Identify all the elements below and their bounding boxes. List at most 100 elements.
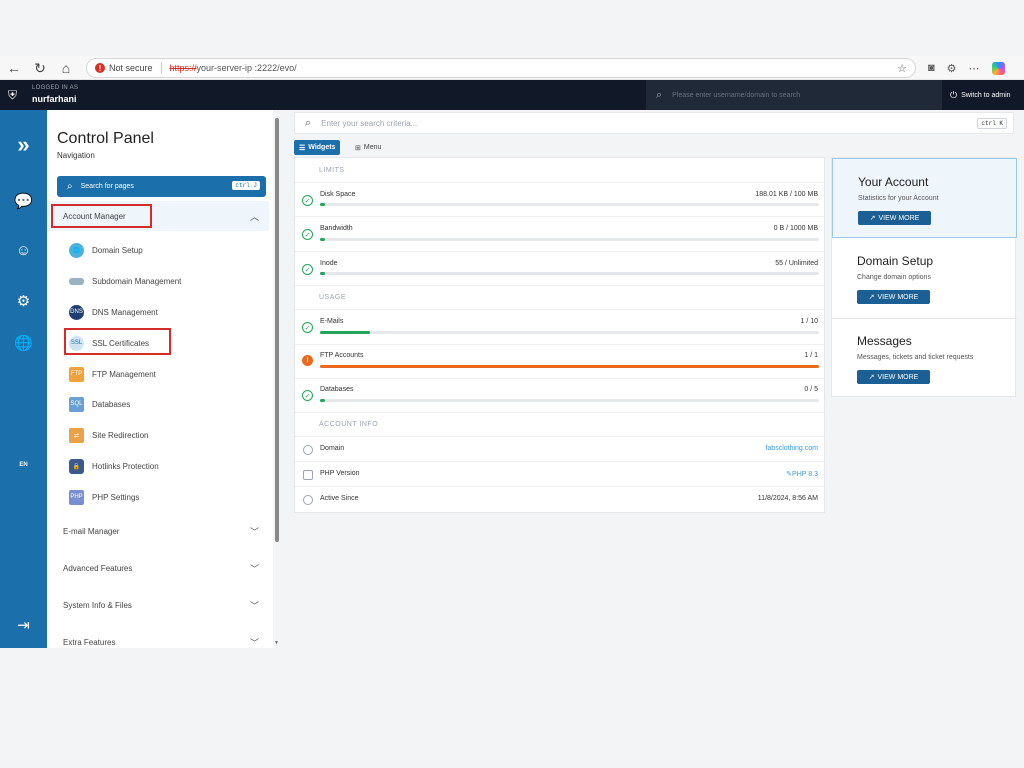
nav-item-subdomain-management[interactable]: Subdomain Management [69, 271, 181, 291]
stat-name: Inode [320, 260, 338, 267]
warning-icon: ! [95, 63, 105, 73]
refresh-icon[interactable]: ↻ [28, 56, 52, 80]
stat-value: 188.01 KB / 100 MB [755, 191, 818, 198]
stat-name: Disk Space [320, 191, 356, 198]
section-system-info-files[interactable]: System Info & Files ﹀ [47, 590, 269, 620]
grid-icon: ⊞ [355, 144, 361, 152]
language-label[interactable]: EN [0, 462, 47, 468]
globe-icon [303, 445, 313, 455]
section-email-manager[interactable]: E-mail Manager ﹀ [47, 516, 269, 546]
stat-name: E-Mails [320, 318, 344, 325]
search-icon: ⌕ [67, 181, 73, 192]
search-pages-label: Search for pages [80, 183, 134, 190]
domain-link[interactable]: fabsclothing.com [765, 445, 818, 452]
widgets-icon: ☰ [299, 144, 306, 152]
shortcut-badge: ctrl K [977, 118, 1007, 129]
php-version-link[interactable]: ✎PHP 8.3 [786, 470, 818, 478]
divider [295, 378, 826, 379]
progress-fill [320, 399, 325, 402]
left-rail: » 💬 ☺ ⚙ 🌐 EN ⇥ [0, 110, 47, 648]
account-info-heading: ACCOUNT INFO [319, 421, 379, 428]
info-name: PHP Version [320, 470, 360, 477]
button-label: VIEW MORE [877, 373, 919, 381]
view-more-button[interactable]: ↗ VIEW MORE [857, 370, 930, 384]
check-icon: ✓ [302, 264, 313, 275]
php-icon: PHP [69, 489, 84, 505]
section-advanced-features[interactable]: Advanced Features ﹀ [47, 553, 269, 583]
globe-icon: 🌐 [69, 242, 84, 258]
extensions-icon[interactable]: ⚙ [947, 62, 957, 75]
divider [295, 461, 826, 462]
card-description: Change domain options [857, 274, 931, 281]
switch-to-admin-button[interactable]: ⏻ Switch to admin [950, 80, 1011, 110]
nav-item-dns-management[interactable]: DNS DNS Management [69, 302, 158, 322]
card-messages: Messages Messages, tickets and ticket re… [832, 318, 1017, 398]
php-version-value: PHP 8.3 [792, 471, 818, 478]
username: nurfarhani [32, 94, 77, 104]
section-extra-features[interactable]: Extra Features ﹀ [47, 627, 269, 648]
chevron-down-icon: ﹀ [249, 600, 259, 611]
user-search-input[interactable]: ⌕ Please enter username/domain to search [646, 80, 942, 110]
dns-icon: DNS [69, 304, 84, 320]
check-icon: ✓ [302, 322, 313, 333]
globe-icon[interactable]: 🌐 [0, 334, 47, 352]
view-more-button[interactable]: ↗ VIEW MORE [858, 211, 931, 225]
check-icon: ✓ [302, 195, 313, 206]
limits-heading: LIMITS [319, 167, 345, 174]
nav-item-ftp-management[interactable]: FTP FTP Management [69, 364, 156, 384]
nav-item-domain-setup[interactable]: 🌐 Domain Setup [69, 240, 143, 260]
check-icon: ✓ [302, 390, 313, 401]
settings-icon[interactable]: ⚙ [0, 292, 47, 310]
card-domain-setup: Domain Setup Change domain options ↗ VIE… [832, 238, 1017, 318]
logo-icon[interactable]: » [0, 132, 47, 158]
nav-item-hotlinks-protection[interactable]: 🔒 Hotlinks Protection [69, 456, 159, 476]
address-bar[interactable]: ! Not secure https:// your-server-ip :22… [86, 58, 916, 78]
tab-widgets[interactable]: ☰ Widgets [294, 140, 341, 155]
search-pages-button[interactable]: ⌕ Search for pages ctrl J [57, 176, 266, 197]
app-header: ⛨ LOGGED IN AS nurfarhani ⌕ Please enter… [0, 80, 1024, 110]
view-more-button[interactable]: ↗ VIEW MORE [857, 290, 930, 304]
tab-menu[interactable]: ⊞ Menu [350, 140, 386, 155]
external-link-icon: ↗ [868, 294, 875, 301]
nav-scrollbar[interactable]: ▼ [273, 110, 282, 648]
user-icon[interactable]: ☺ [0, 242, 47, 259]
nav-item-databases[interactable]: SQL Databases [69, 394, 130, 414]
progress-bar [320, 238, 819, 241]
logout-icon[interactable]: ⇥ [0, 616, 47, 634]
stat-value: 0 / 5 [804, 386, 818, 393]
camera-icon[interactable]: ◙ [928, 62, 935, 74]
star-icon[interactable]: ☆ [897, 62, 907, 75]
more-icon[interactable]: ⋯ [969, 62, 980, 75]
nav-item-site-redirection[interactable]: ⇄ Site Redirection [69, 425, 148, 445]
url-text: your-server-ip :2222/evo/ [196, 63, 297, 73]
main-search-input[interactable]: ⌕ Enter your search criteria... ctrl K [294, 112, 1014, 134]
progress-bar [320, 331, 819, 334]
scrollbar-thumb[interactable] [275, 118, 279, 542]
progress-bar [320, 203, 819, 206]
back-icon[interactable]: ← [2, 56, 26, 80]
info-name: Domain [320, 445, 345, 452]
messages-icon[interactable]: 💬 [0, 192, 47, 210]
stat-name: FTP Accounts [320, 352, 364, 359]
tab-label: Widgets [308, 144, 336, 151]
search-icon: ⌕ [656, 88, 663, 101]
scroll-down-icon[interactable]: ▼ [274, 640, 279, 646]
main-search-placeholder: Enter your search criteria... [321, 118, 418, 128]
stat-name: Databases [320, 386, 354, 393]
home-icon[interactable]: ⌂ [54, 56, 78, 80]
panel-subtitle: Navigation [57, 151, 95, 160]
subdomain-icon [69, 277, 84, 285]
copilot-icon[interactable] [991, 61, 1005, 75]
card-description: Messages, tickets and ticket requests [857, 354, 974, 361]
divider [295, 216, 826, 217]
divider [295, 285, 826, 286]
divider [295, 309, 826, 310]
user-search-placeholder: Please enter username/domain to search [672, 91, 801, 99]
highlight-account-manager [51, 204, 152, 228]
nav-item-php-settings[interactable]: PHP PHP Settings [69, 487, 139, 507]
divider [295, 344, 826, 345]
highlight-ssl-certificates [64, 328, 171, 355]
card-title: Your Account [858, 175, 929, 189]
divider [295, 436, 826, 437]
side-widgets: Your Account Statistics for your Account… [831, 157, 1017, 398]
